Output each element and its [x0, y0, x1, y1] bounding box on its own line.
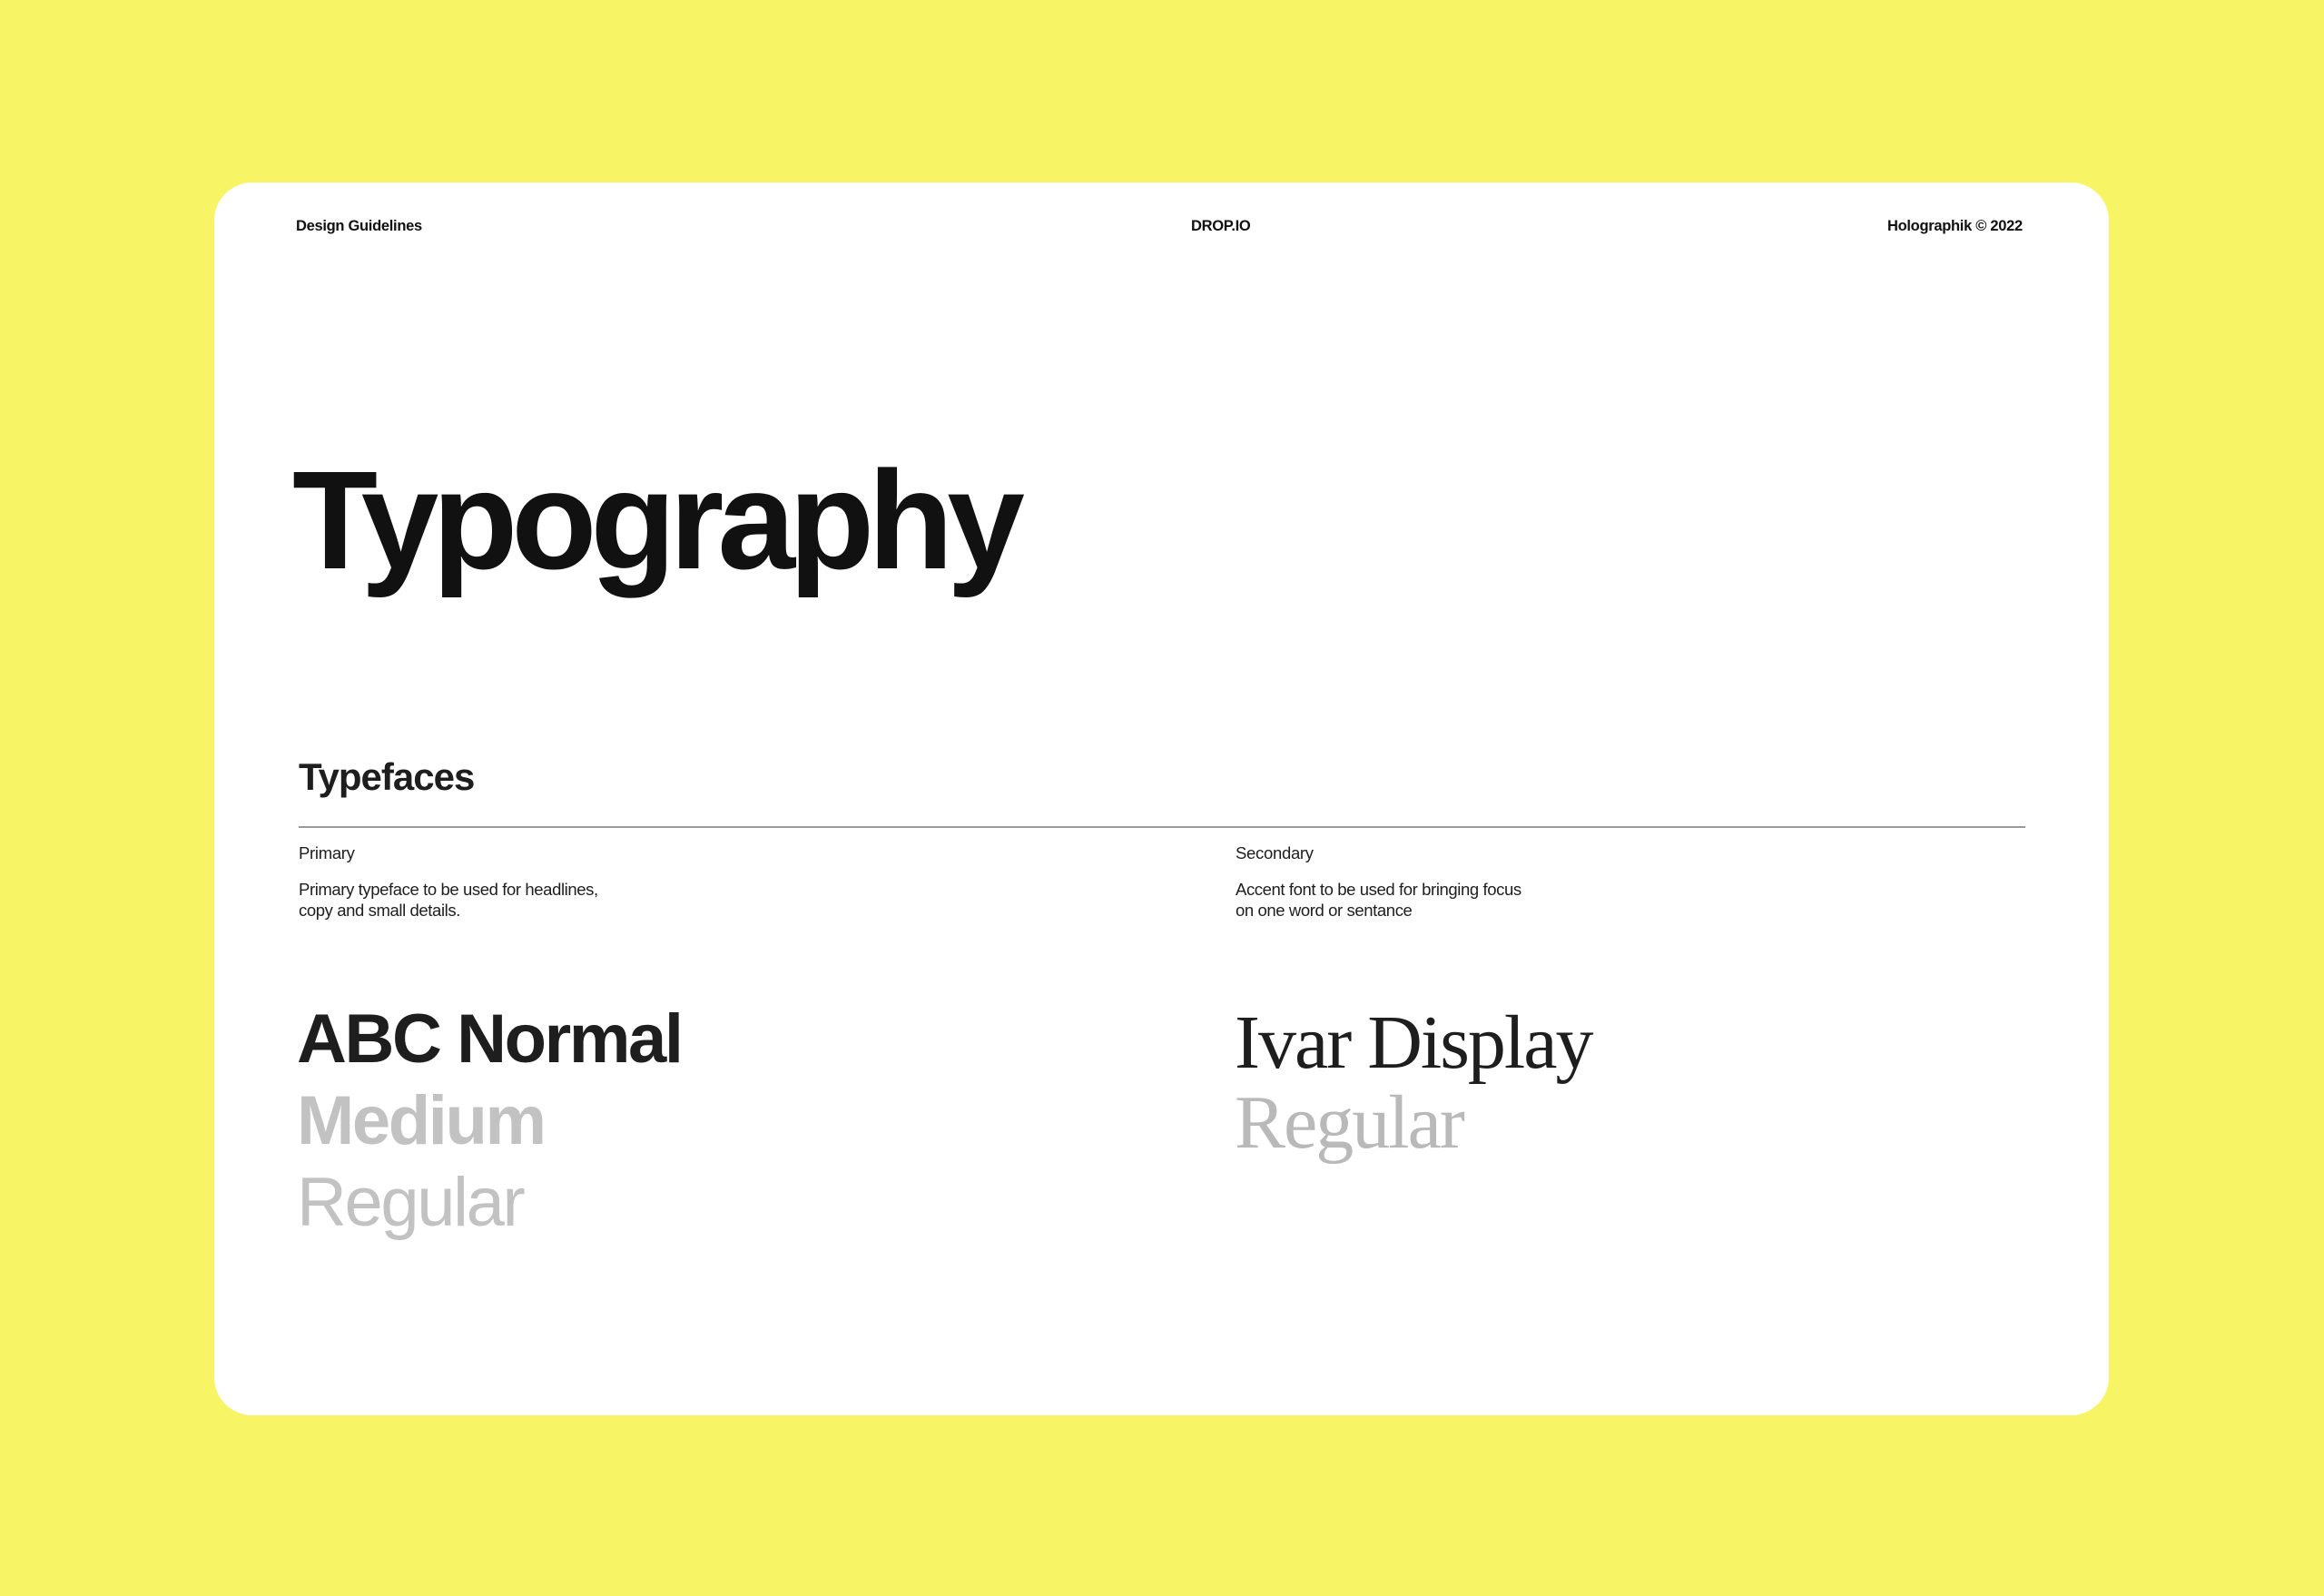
secondary-sample-name: Ivar Display	[1235, 1000, 1594, 1085]
header-doc-label: Design Guidelines	[296, 218, 422, 234]
secondary-sample-regular: Regular	[1235, 1080, 1465, 1165]
primary-description: Primary typeface to be used for headline…	[299, 880, 598, 920]
primary-label: Primary	[299, 843, 355, 862]
primary-sample-name: ABC Normal	[297, 1000, 684, 1078]
section-title: Typefaces	[299, 755, 475, 798]
page-title: Typography	[292, 442, 1025, 598]
primary-sample-regular: Regular	[297, 1164, 526, 1241]
secondary-label: Secondary	[1236, 843, 1314, 862]
secondary-description: Accent font to be used for bringing focu…	[1236, 880, 1521, 920]
primary-sample-medium: Medium	[297, 1082, 547, 1159]
header-credit: Holographik © 2022	[1887, 218, 2023, 234]
section-divider	[299, 826, 2025, 828]
header-brand: DROP.IO	[1191, 218, 1251, 234]
